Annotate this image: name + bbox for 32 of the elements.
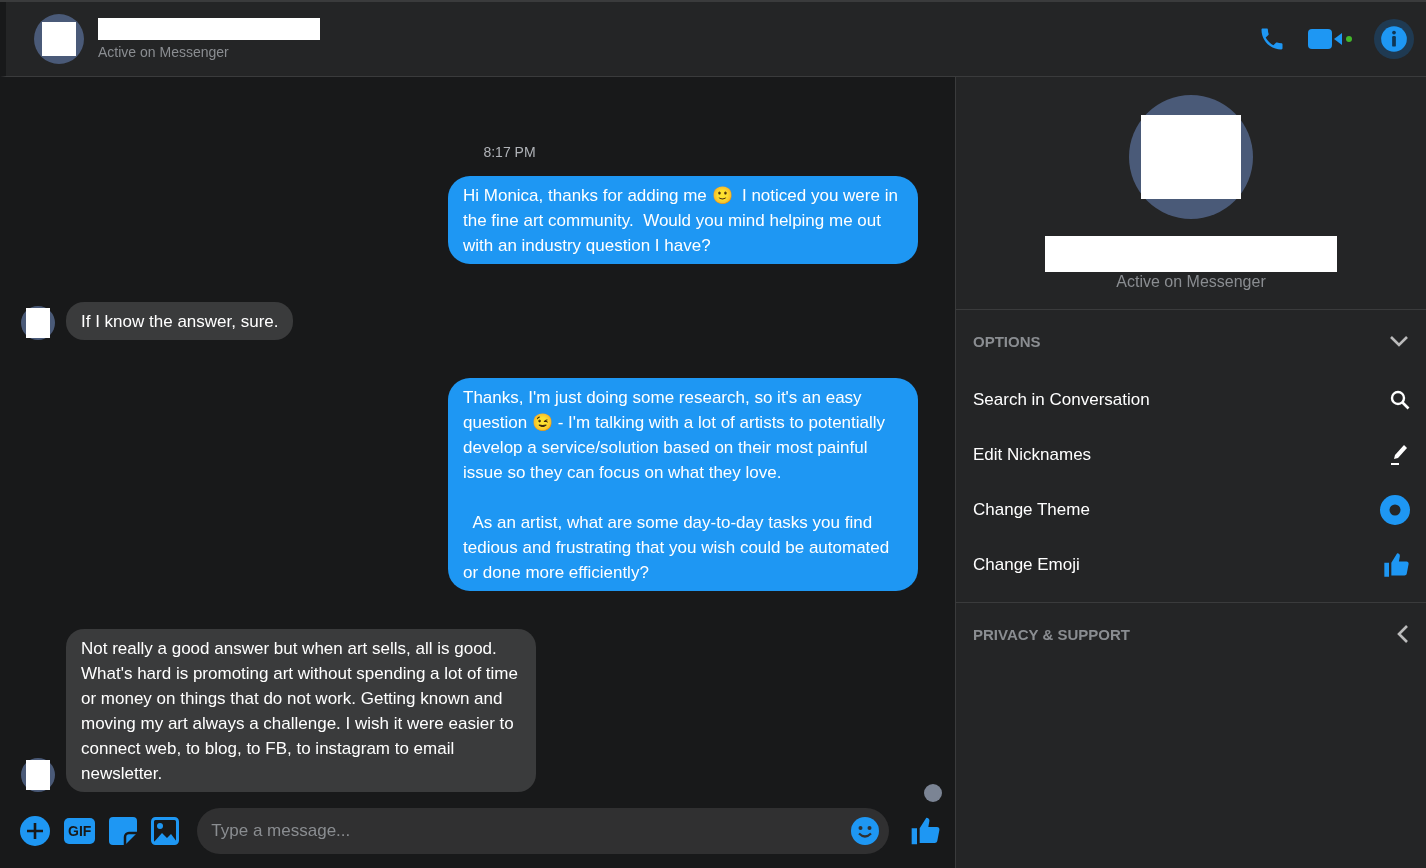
- option-item[interactable]: Change Theme: [956, 482, 1426, 537]
- message-bubble: If I know the answer, sure.: [66, 302, 294, 340]
- smiley-icon[interactable]: [851, 817, 879, 845]
- plus-icon[interactable]: [20, 816, 50, 846]
- video-camera-icon[interactable]: [1308, 27, 1342, 51]
- status-text: Active on Messenger: [98, 44, 230, 60]
- option-item[interactable]: Edit Nicknames: [956, 427, 1426, 482]
- message-bubble: Thanks, I'm just doing some research, so it's an easy question 😉 - I'm talking with a lot of artists to potentially develop a service/solution based on their most painful issue so they can focus on what they love. As an artist, what are some day-to-day tasks you find tedious and frustrating that you wish could be automated or done more efficiently?: [448, 378, 918, 591]
- option-item[interactable]: Change Emoji: [956, 537, 1426, 592]
- gif-button[interactable]: GIF: [64, 818, 96, 844]
- avatar: [34, 14, 84, 64]
- timestamp: 8:17 PM: [483, 144, 536, 160]
- status-text: Active on Messenger: [1116, 273, 1266, 291]
- search-icon: [1390, 389, 1410, 410]
- sticker-icon[interactable]: [109, 817, 138, 845]
- chevron-left-icon: [1397, 624, 1409, 644]
- pen-icon: [1390, 443, 1410, 466]
- thumbs-up-icon[interactable]: [909, 815, 941, 847]
- avatar: [21, 758, 55, 792]
- message-bubble: Not really a good answer but when art sells, all is good. What's hard is promoting art without spending a lot of time or money on things that do not work. Getting known and moving my art always a challenge. I wish it were easier to connect web, to blog, to FB, to instagram to email newsletter.: [66, 629, 536, 792]
- section-header[interactable]: OPTIONS: [956, 310, 1426, 372]
- info-icon[interactable]: [1374, 19, 1414, 59]
- read-receipt-avatar: [924, 784, 942, 802]
- message-input[interactable]: Type a message...: [197, 808, 889, 854]
- theme-icon: [1380, 494, 1410, 525]
- chevron-down-icon: [1389, 335, 1409, 347]
- section-header[interactable]: PRIVACY & SUPPORT: [956, 603, 1426, 665]
- avatar: [21, 306, 55, 340]
- thumbs-up-icon: [1382, 550, 1410, 579]
- message-bubble: Hi Monica, thanks for adding me 🙂 I noticed you were in the fine art community. Would you mind helping me out with an industry question I have?: [448, 176, 918, 264]
- image-icon[interactable]: [151, 817, 180, 845]
- option-item[interactable]: Search in Conversation: [956, 372, 1426, 427]
